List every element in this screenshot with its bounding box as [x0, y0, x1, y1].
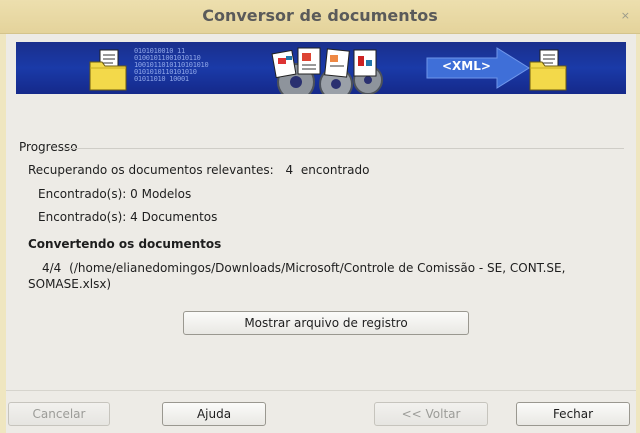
- found-models: Encontrado(s): 0 Modelos: [38, 187, 192, 201]
- banner-binary-text: 0101010010 11 01001011001010110 10010110…: [134, 47, 209, 83]
- retrieving-label: Recuperando os documentos relevantes:: [28, 163, 274, 177]
- window-title: Conversor de documentos: [202, 6, 438, 25]
- close-button[interactable]: Fechar: [516, 402, 630, 426]
- converting-counter: 4/4: [42, 261, 62, 275]
- progress-section-label: Progresso: [19, 140, 78, 154]
- cancel-button[interactable]: Cancelar: [8, 402, 110, 426]
- retrieving-suffix: encontrado: [300, 163, 370, 177]
- converting-path-continuation: SOMASE.xlsx): [28, 277, 112, 291]
- converting-status: 4/4 (/home/elianedomingos/Downloads/Micr…: [42, 261, 565, 275]
- banner: 0101010010 11 01001011001010110 10010110…: [16, 42, 626, 94]
- folder-icon: [89, 49, 127, 91]
- title-bar: Conversor de documentos ×: [0, 0, 640, 34]
- help-button[interactable]: Ajuda: [162, 402, 266, 426]
- retrieving-count: 4: [285, 163, 294, 177]
- show-log-button[interactable]: Mostrar arquivo de registro: [183, 311, 469, 335]
- section-divider: [64, 148, 624, 149]
- found-documents: Encontrado(s): 4 Documentos: [38, 210, 218, 224]
- close-icon[interactable]: ×: [621, 9, 630, 22]
- folder-icon: [529, 49, 567, 91]
- retrieving-status: Recuperando os documentos relevantes: 4 …: [28, 163, 369, 177]
- dialog-body: 0101010010 11 01001011001010110 10010110…: [6, 34, 636, 433]
- converting-heading: Convertendo os documentos: [28, 237, 222, 251]
- back-button[interactable]: << Voltar: [374, 402, 488, 426]
- documents-icon: [271, 47, 377, 79]
- converting-path: (/home/elianedomingos/Downloads/Microsof…: [69, 261, 566, 275]
- button-divider: [6, 390, 636, 391]
